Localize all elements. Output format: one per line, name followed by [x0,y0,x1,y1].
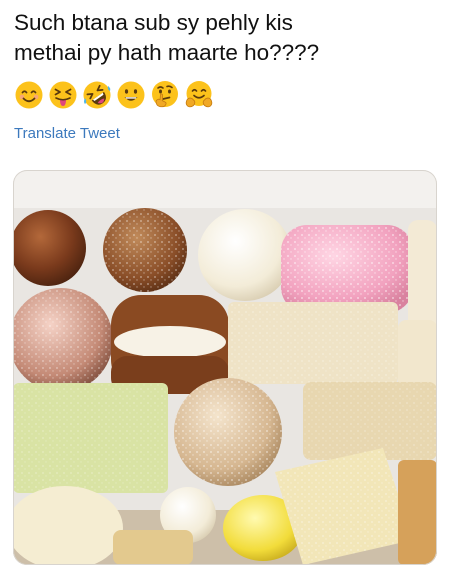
emoji-row [14,80,214,110]
sweets-box-photo[interactable] [13,170,437,565]
thinking-face-icon [152,81,178,108]
tweet-text: Such btana sub sy pehly kis methai py ha… [14,10,320,65]
rolling-laughing-face-icon [83,81,111,109]
smiling-face-icon [15,81,43,109]
squinting-tongue-face-icon [49,81,77,109]
hugging-face-icon [185,81,213,108]
grinning-face-icon [117,81,145,109]
translate-tweet-link[interactable]: Translate Tweet [14,125,120,142]
